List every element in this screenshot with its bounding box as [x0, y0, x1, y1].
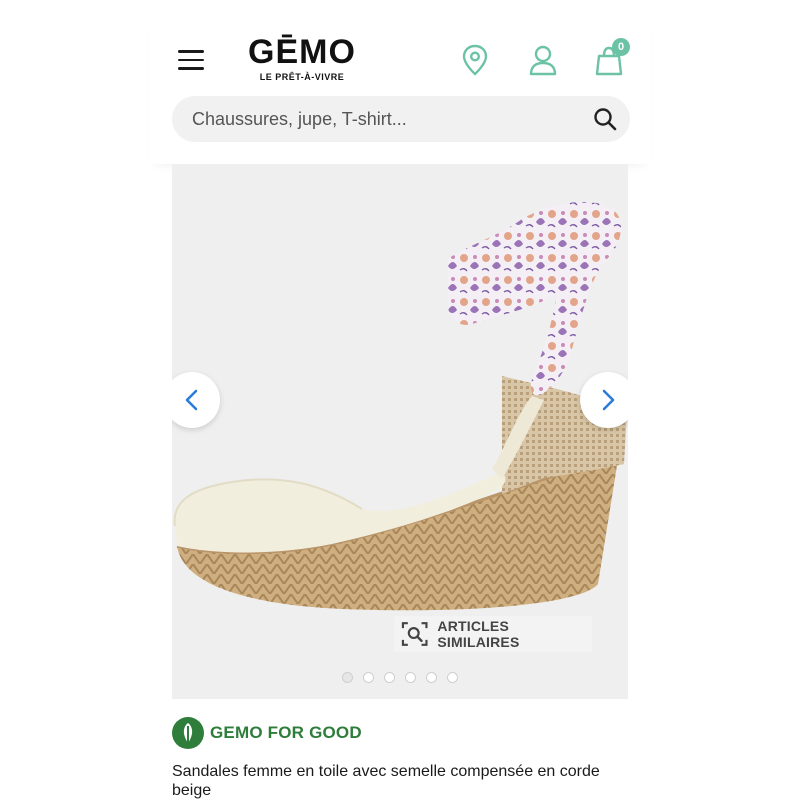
search-icon[interactable] — [592, 106, 618, 132]
gemo-for-good-logo-icon — [172, 717, 204, 749]
carousel-dot-5[interactable] — [426, 672, 437, 683]
carousel-dot-3[interactable] — [384, 672, 395, 683]
product-image-carousel[interactable]: ARTICLES SIMILAIRES — [172, 164, 628, 699]
product-title: Sandales femme en toile avec semelle com… — [172, 763, 600, 799]
carousel-dot-2[interactable] — [363, 672, 374, 683]
gemo-for-good-label: GEMO FOR GOOD — [210, 723, 362, 742]
visual-search-icon — [401, 622, 428, 646]
similar-articles-label: ARTICLES SIMILAIRES — [437, 618, 520, 650]
product-page: GĒMO LE PRÊT-À-VIVRE 0 Chaussures, jupe,… — [0, 0, 800, 800]
carousel-dot-4[interactable] — [405, 672, 416, 683]
carousel-dot-6[interactable] — [447, 672, 458, 683]
chevron-right-icon — [602, 389, 615, 411]
logo-wordmark: GĒMO — [248, 33, 356, 71]
search-input[interactable]: Chaussures, jupe, T-shirt... — [192, 109, 592, 130]
logo-tagline: LE PRÊT-À-VIVRE — [259, 72, 345, 82]
menu-icon[interactable] — [178, 50, 204, 72]
search-bar[interactable]: Chaussures, jupe, T-shirt... — [172, 96, 630, 142]
next-image-button[interactable] — [580, 372, 628, 428]
site-header: GĒMO LE PRÊT-À-VIVRE 0 Chaussures, jupe,… — [150, 14, 650, 164]
shopping-bag-icon[interactable]: 0 — [592, 38, 630, 78]
location-pin-icon[interactable] — [458, 42, 492, 78]
similar-articles-button[interactable]: ARTICLES SIMILAIRES — [394, 616, 592, 652]
chevron-left-icon — [185, 389, 198, 411]
cart-count-badge: 0 — [612, 38, 630, 56]
gemo-logo[interactable]: GĒMO LE PRÊT-À-VIVRE — [242, 32, 362, 88]
user-icon[interactable] — [526, 42, 560, 78]
carousel-pagination — [172, 672, 628, 683]
carousel-dot-1[interactable] — [342, 672, 353, 683]
gemo-for-good-badge[interactable]: GEMO FOR GOOD — [172, 716, 362, 750]
